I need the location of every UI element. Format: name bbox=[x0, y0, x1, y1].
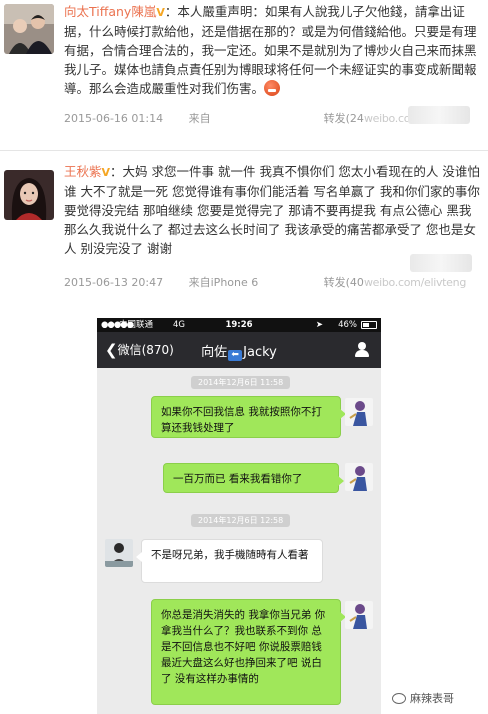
angry-emoji-icon bbox=[264, 80, 281, 96]
message-bubble-received[interactable]: 不是呀兄弟，我手機随時有人看著 bbox=[136, 539, 323, 583]
post-source: 来自 bbox=[188, 112, 211, 125]
arrow-emoji-icon: ⬅ bbox=[228, 350, 243, 361]
post-username[interactable]: 向太Tiffany陳嵐 bbox=[64, 4, 156, 19]
self-avatar[interactable] bbox=[345, 463, 373, 491]
verified-badge-icon: V bbox=[156, 6, 165, 19]
battery-icon bbox=[361, 321, 377, 329]
self-avatar[interactable] bbox=[345, 398, 373, 426]
post-source: 来自iPhone 6 bbox=[188, 276, 259, 289]
post-divider bbox=[0, 150, 488, 151]
account-watermark: 麻辣表哥 bbox=[392, 690, 454, 706]
contact-avatar[interactable] bbox=[105, 539, 133, 567]
post-username[interactable]: 王秋紫 bbox=[64, 164, 102, 179]
user-avatar[interactable] bbox=[4, 4, 54, 54]
post-text: ：大妈 求您一件事 就一件 我真不惧你们 您太小看现在的人 没谁怕谁 大不了就是… bbox=[64, 164, 480, 256]
wechat-screenshot: ●●●●● 中国联通 4G 19:26 ➤ 46% ❮微信(870) 向佐 ⬅ Ja… bbox=[97, 318, 381, 714]
weibo-post-1: 向太Tiffany陳嵐V：本人嚴重声明：如果有人說我儿子欠他錢，請拿出证据，什么… bbox=[0, 0, 488, 140]
post-body: 王秋紫V：大妈 求您一件事 就一件 我真不惧你们 您太小看现在的人 没谁怕谁 大… bbox=[64, 162, 482, 258]
post-body: 向太Tiffany陳嵐V：本人嚴重声明：如果有人說我儿子欠他錢，請拿出证据，什么… bbox=[64, 2, 482, 98]
weibo-post-2: 王秋紫V：大妈 求您一件事 就一件 我真不惧你们 您太小看现在的人 没谁怕谁 大… bbox=[0, 160, 488, 298]
post-date[interactable]: 2015-06-13 20:47 bbox=[64, 276, 163, 289]
repost-count[interactable]: 转发(40weibo.com/elivteng bbox=[324, 274, 467, 290]
message-bubble-sent[interactable]: 你总是消失消失的 我拿你当兄弟 你拿我当什么了？我也联系不到你 总是不回信息也不… bbox=[151, 599, 346, 705]
message-bubble-sent[interactable]: 如果你不回我信息 我就按照你不打算还我钱处理了 bbox=[151, 396, 346, 438]
chat-timestamp: 2014年12月6日 11:58 bbox=[191, 376, 291, 389]
post-date[interactable]: 2015-06-16 01:14 bbox=[64, 112, 163, 125]
post-meta: 2015-06-16 01:14 来自 bbox=[64, 110, 233, 126]
chat-timestamp: 2014年12月6日 12:58 bbox=[191, 514, 291, 527]
chat-navbar: ❮微信(870) 向佐 ⬅ Jacky bbox=[97, 332, 381, 368]
contact-profile-icon[interactable] bbox=[355, 342, 369, 358]
watermark-text: weibo.com/elivteng bbox=[363, 276, 466, 289]
verified-badge-icon: V bbox=[101, 166, 111, 179]
self-avatar[interactable] bbox=[345, 601, 373, 629]
blurred-region bbox=[410, 254, 472, 272]
battery-percent: 46% bbox=[338, 320, 357, 330]
post-meta: 2015-06-13 20:47 来自iPhone 6 bbox=[64, 274, 280, 290]
status-bar: ●●●●● 中国联通 4G 19:26 ➤ 46% bbox=[97, 318, 381, 332]
wechat-logo-icon bbox=[392, 693, 406, 704]
chat-title: 向佐 ⬅ Jacky bbox=[201, 345, 277, 361]
user-avatar[interactable] bbox=[4, 170, 54, 220]
location-icon: ➤ bbox=[315, 320, 323, 330]
message-bubble-sent[interactable]: 一百万而已 看来我看错你了 bbox=[163, 463, 344, 493]
blurred-region bbox=[408, 106, 470, 124]
